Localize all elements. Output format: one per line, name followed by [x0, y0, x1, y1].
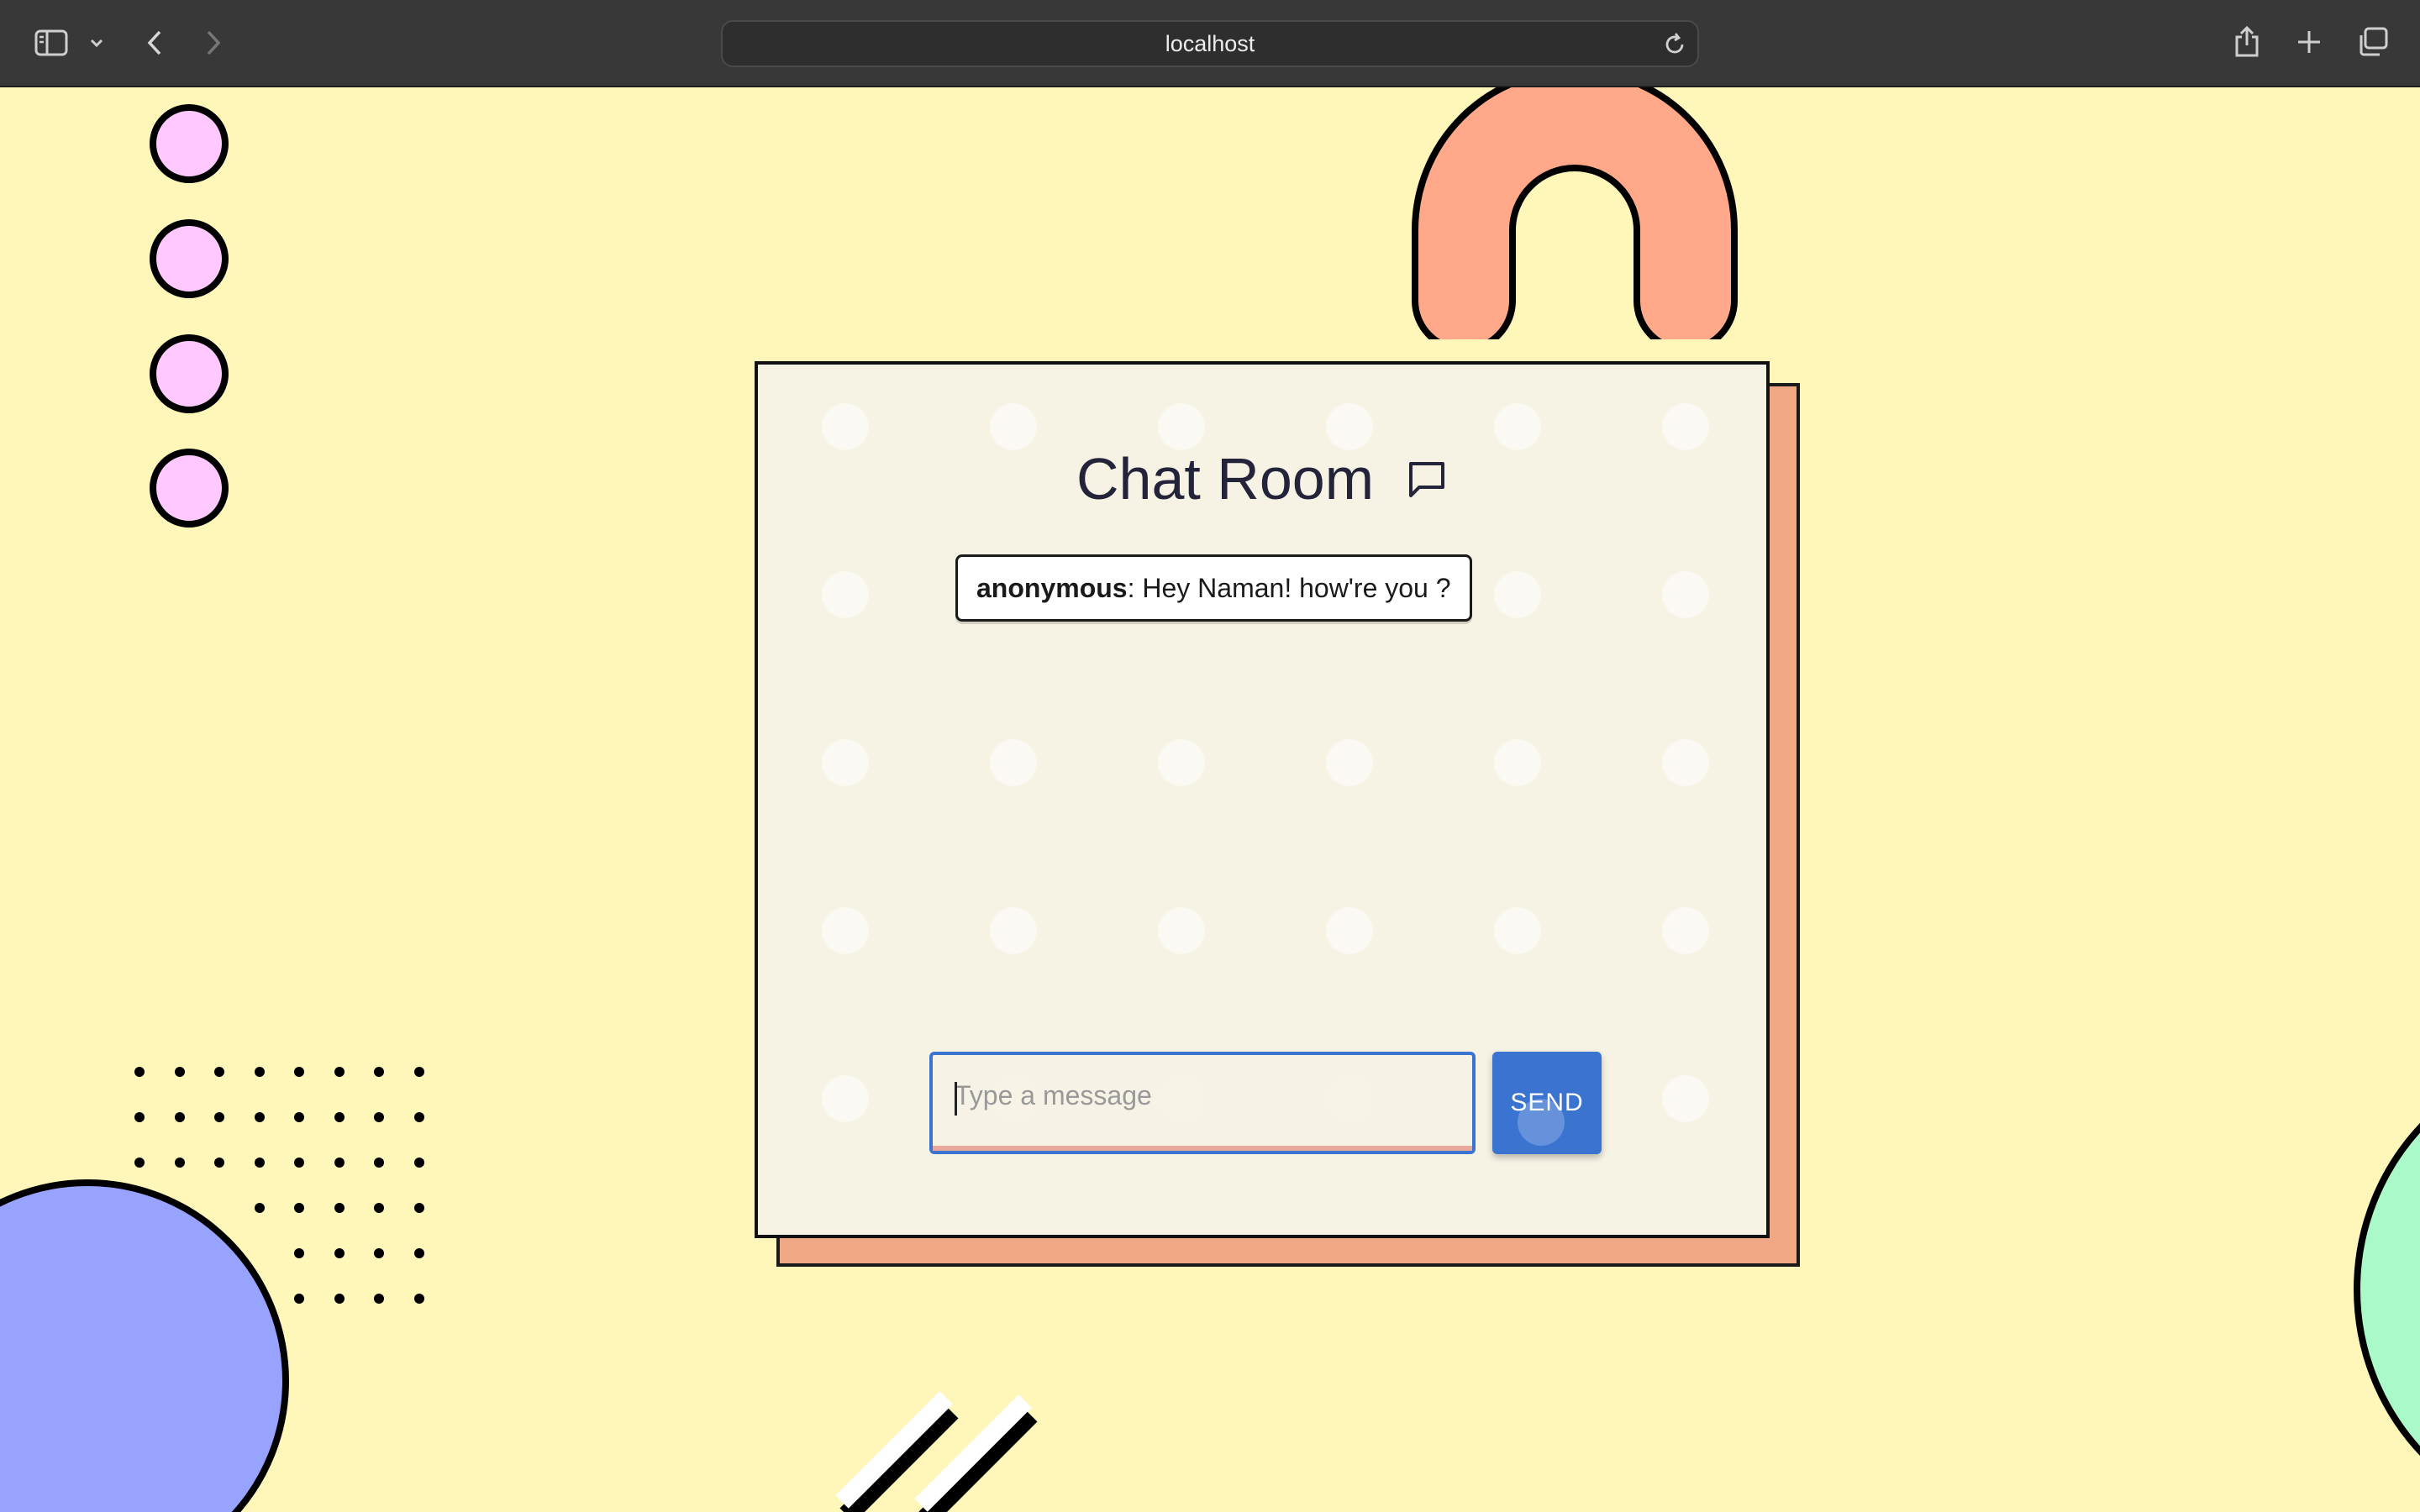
decorative-dot [413, 1248, 424, 1258]
decorative-dot [334, 1158, 345, 1168]
decorative-circle [150, 219, 229, 298]
forward-button[interactable] [200, 25, 227, 60]
decorative-dot [214, 1067, 224, 1077]
decorative-dot [374, 1112, 384, 1122]
sidebar-icon [34, 29, 68, 56]
message-author: anonymous [976, 572, 1128, 603]
decorative-dot [254, 1067, 265, 1077]
decorative-dot [254, 1112, 265, 1122]
decorative-dot [334, 1112, 345, 1122]
decorative-dot [294, 1112, 304, 1122]
message-text: Hey Naman! how're you ? [1142, 572, 1451, 603]
text-caret [955, 1082, 957, 1116]
sidebar-toggle-button[interactable] [32, 27, 71, 59]
decorative-dot [134, 1158, 145, 1168]
decorative-dot [374, 1067, 384, 1077]
decorative-circle [150, 334, 229, 413]
decorative-slashes [835, 1391, 1038, 1512]
address-bar-url: localhost [1165, 30, 1255, 56]
decorative-ring [2353, 1122, 2420, 1457]
message-input-container [929, 1052, 1476, 1154]
decorative-circle [150, 104, 229, 183]
decorative-dot [374, 1248, 384, 1258]
message-separator: : [1127, 572, 1143, 603]
chat-room-card: Chat Room anonymous: Hey Naman! how're y… [755, 361, 1770, 1238]
decorative-dot [413, 1067, 424, 1077]
new-tab-button[interactable] [2292, 25, 2326, 59]
decorative-dot [294, 1158, 304, 1168]
page-title: Chat Room [1076, 446, 1375, 512]
decorative-dot [413, 1294, 424, 1304]
decorative-circle [150, 449, 229, 528]
send-button-label: SEND [1510, 1089, 1584, 1116]
message-input[interactable] [933, 1055, 1472, 1151]
decorative-dot [294, 1067, 304, 1077]
reload-icon [1665, 33, 1684, 54]
page-content: Chat Room anonymous: Hey Naman! how're y… [0, 87, 2420, 1512]
decorative-dot [334, 1203, 345, 1213]
input-underline [933, 1146, 1472, 1151]
chat-message: anonymous: Hey Naman! how're you ? [955, 554, 1472, 622]
decorative-half-circle [0, 1179, 289, 1512]
reload-button[interactable] [1662, 32, 1687, 57]
chat-header: Chat Room [758, 445, 1766, 512]
decorative-dot [413, 1158, 424, 1168]
tab-overview-icon [2360, 27, 2388, 56]
decorative-dot [334, 1067, 345, 1077]
decorative-dot [413, 1203, 424, 1213]
tab-overview-button[interactable] [2354, 25, 2391, 59]
decorative-arch [1412, 87, 1738, 339]
decorative-dot [413, 1112, 424, 1122]
decorative-dot [174, 1112, 185, 1122]
decorative-dot [134, 1067, 145, 1077]
decorative-dot [214, 1112, 224, 1122]
decorative-dot [174, 1067, 185, 1077]
decorative-dot [254, 1158, 265, 1168]
browser-toolbar: localhost [0, 0, 2420, 87]
decorative-dot [214, 1158, 224, 1168]
decorative-dot [374, 1203, 384, 1213]
decorative-dot [134, 1112, 145, 1122]
send-button[interactable]: SEND [1492, 1052, 1602, 1154]
decorative-dot [374, 1158, 384, 1168]
decorative-dot [374, 1294, 384, 1304]
back-arrow-icon [147, 30, 161, 55]
back-button[interactable] [141, 25, 168, 60]
decorative-dot [334, 1294, 345, 1304]
forward-arrow-icon [207, 30, 221, 55]
address-bar[interactable]: localhost [721, 20, 1699, 67]
sidebar-menu-button[interactable] [87, 34, 106, 52]
decorative-dot [174, 1158, 185, 1168]
chevron-down-icon [90, 39, 103, 48]
decorative-dot [334, 1248, 345, 1258]
share-icon [2235, 25, 2259, 57]
chat-bubble-icon [1409, 462, 1445, 497]
share-button[interactable] [2230, 24, 2264, 60]
plus-icon [2298, 31, 2320, 53]
